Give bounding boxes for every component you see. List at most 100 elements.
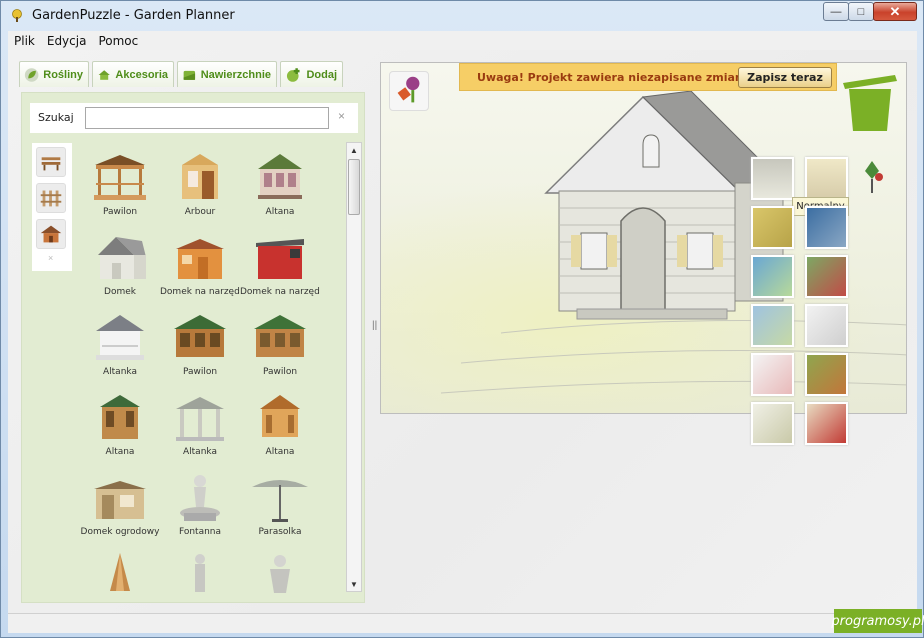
item-statue[interactable] xyxy=(160,543,240,598)
search-bar: Szukaj × xyxy=(30,103,358,133)
fountain-image xyxy=(180,475,220,521)
item-pawilon-2[interactable]: Pawilon xyxy=(160,303,240,383)
texture-swatch[interactable] xyxy=(805,206,848,249)
tab-accessories[interactable]: Akcesoria xyxy=(92,61,174,87)
wooden-gazebo-image xyxy=(100,395,140,439)
title-bar[interactable]: GardenPuzzle - Garden Planner — □ ✕ xyxy=(1,1,923,31)
red-shed-image xyxy=(256,239,304,279)
category-benches[interactable] xyxy=(36,147,66,177)
search-input[interactable] xyxy=(85,107,329,129)
category-sheds[interactable] xyxy=(36,219,66,249)
tab-surfaces-label: Nawierzchnie xyxy=(200,68,271,81)
umbrella-image xyxy=(252,480,308,522)
garden-house-image xyxy=(94,481,146,519)
item-altanka-2[interactable]: Altanka xyxy=(160,383,240,463)
item-label: Domek na narzędzia xyxy=(160,287,240,297)
wooden-gazebo-image xyxy=(260,395,300,437)
texture-swatch[interactable] xyxy=(805,255,848,298)
item-label: Pawilon xyxy=(102,207,138,217)
tab-add-label: Dodaj xyxy=(306,68,337,81)
item-label: Fontanna xyxy=(178,527,222,537)
item-label: Altana xyxy=(265,207,295,217)
texture-swatch[interactable] xyxy=(751,353,794,396)
item-pawilon[interactable]: Pawilon xyxy=(80,143,160,223)
item-label: Domek ogrodowy xyxy=(80,527,160,537)
item-label: Pawilon xyxy=(262,367,298,377)
item-label: Altana xyxy=(105,447,135,457)
panel-splitter[interactable]: || xyxy=(372,320,378,338)
texture-swatch[interactable] xyxy=(751,206,794,249)
plant-tool-icon[interactable] xyxy=(857,157,887,197)
item-scrollbar[interactable]: ▲ ▼ xyxy=(346,142,362,592)
leaf-icon xyxy=(24,67,39,82)
tab-plants[interactable]: Rośliny xyxy=(19,61,89,87)
arbour-image xyxy=(182,154,218,199)
menu-bar: Plik Edycja Pomoc xyxy=(8,31,917,50)
item-domek[interactable]: Domek xyxy=(80,223,160,303)
obelisk-image xyxy=(110,553,130,591)
scroll-thumb[interactable] xyxy=(348,159,360,215)
texture-swatch[interactable] xyxy=(805,353,848,396)
tab-surfaces[interactable]: Nawierzchnie xyxy=(177,61,277,87)
tab-plants-label: Rośliny xyxy=(43,68,83,81)
trash-icon[interactable] xyxy=(839,69,901,135)
item-label: Domek na narzędzia xyxy=(240,287,320,297)
item-label: Pawilon xyxy=(182,367,218,377)
status-bar xyxy=(8,613,917,633)
menu-plik[interactable]: Plik xyxy=(8,34,41,48)
pavilion-image xyxy=(94,155,146,200)
texture-swatch[interactable] xyxy=(805,157,848,200)
item-obelisk[interactable] xyxy=(80,543,160,598)
scroll-down-button[interactable]: ▼ xyxy=(347,577,361,591)
item-altana-3[interactable]: Altana xyxy=(240,383,320,463)
app-logo-button[interactable] xyxy=(389,71,429,111)
close-button[interactable]: ✕ xyxy=(873,2,917,21)
item-label: Altanka xyxy=(103,367,137,377)
gazebo-image xyxy=(258,154,302,199)
texture-swatch[interactable] xyxy=(805,402,848,445)
tab-add[interactable]: Dodaj xyxy=(280,61,343,87)
save-now-button[interactable]: Zapisz teraz xyxy=(738,67,832,88)
unsaved-warning-text: Uwaga! Projekt zawiera niezapisane zmian… xyxy=(477,71,750,84)
category-clear-button[interactable]: × xyxy=(48,253,53,263)
minimize-button[interactable]: — xyxy=(823,2,849,21)
texture-swatch[interactable] xyxy=(751,304,794,347)
item-fontanna[interactable]: Fontanna xyxy=(160,463,240,543)
unsaved-warning-banner: Uwaga! Projekt zawiera niezapisane zmian… xyxy=(459,63,837,91)
item-label: Arbour xyxy=(184,207,216,217)
item-pawilon-3[interactable]: Pawilon xyxy=(240,303,320,383)
menu-edycja[interactable]: Edycja xyxy=(41,34,93,48)
item-statue-2[interactable] xyxy=(240,543,320,598)
texture-swatch[interactable] xyxy=(751,255,794,298)
texture-swatch[interactable] xyxy=(751,402,794,445)
add-plant-icon xyxy=(286,67,300,82)
item-arbour[interactable]: Arbour xyxy=(160,143,240,223)
maximize-button[interactable]: □ xyxy=(848,2,874,21)
watermark-badge: programosy.pl xyxy=(831,609,924,633)
tree-icon xyxy=(12,9,22,22)
stone-gazebo-image xyxy=(176,397,224,441)
item-altana[interactable]: Altana xyxy=(240,143,320,223)
item-altana-2[interactable]: Altana xyxy=(80,383,160,463)
item-domek-narzedzia[interactable]: Domek na narzędzia xyxy=(160,223,240,303)
window-title: GardenPuzzle - Garden Planner xyxy=(32,8,235,23)
scroll-up-button[interactable]: ▲ xyxy=(347,143,361,157)
house-image xyxy=(98,237,146,279)
item-domek-ogrodowy[interactable]: Domek ogrodowy xyxy=(80,463,160,543)
item-parasolka[interactable]: Parasolka xyxy=(240,463,320,543)
texture-swatch-normal[interactable] xyxy=(751,157,794,200)
statue-image xyxy=(195,554,205,592)
statue-image xyxy=(270,555,290,593)
library-panel: Szukaj × × Pawilon Arbour Altana Domek D… xyxy=(21,92,365,603)
category-fences[interactable] xyxy=(36,183,66,213)
app-window: GardenPuzzle - Garden Planner — □ ✕ Plik… xyxy=(0,0,924,638)
item-domek-narzedzia-2[interactable]: Domek na narzędzia xyxy=(240,223,320,303)
item-label: Altana xyxy=(265,447,295,457)
texture-swatch[interactable] xyxy=(805,304,848,347)
menu-pomoc[interactable]: Pomoc xyxy=(92,34,144,48)
search-clear-button[interactable]: × xyxy=(338,109,345,123)
white-gazebo-image xyxy=(96,315,144,360)
item-altanka[interactable]: Altanka xyxy=(80,303,160,383)
green-roof-pavilion-image xyxy=(254,315,306,357)
item-grid: Pawilon Arbour Altana Domek Domek na nar… xyxy=(80,143,340,598)
